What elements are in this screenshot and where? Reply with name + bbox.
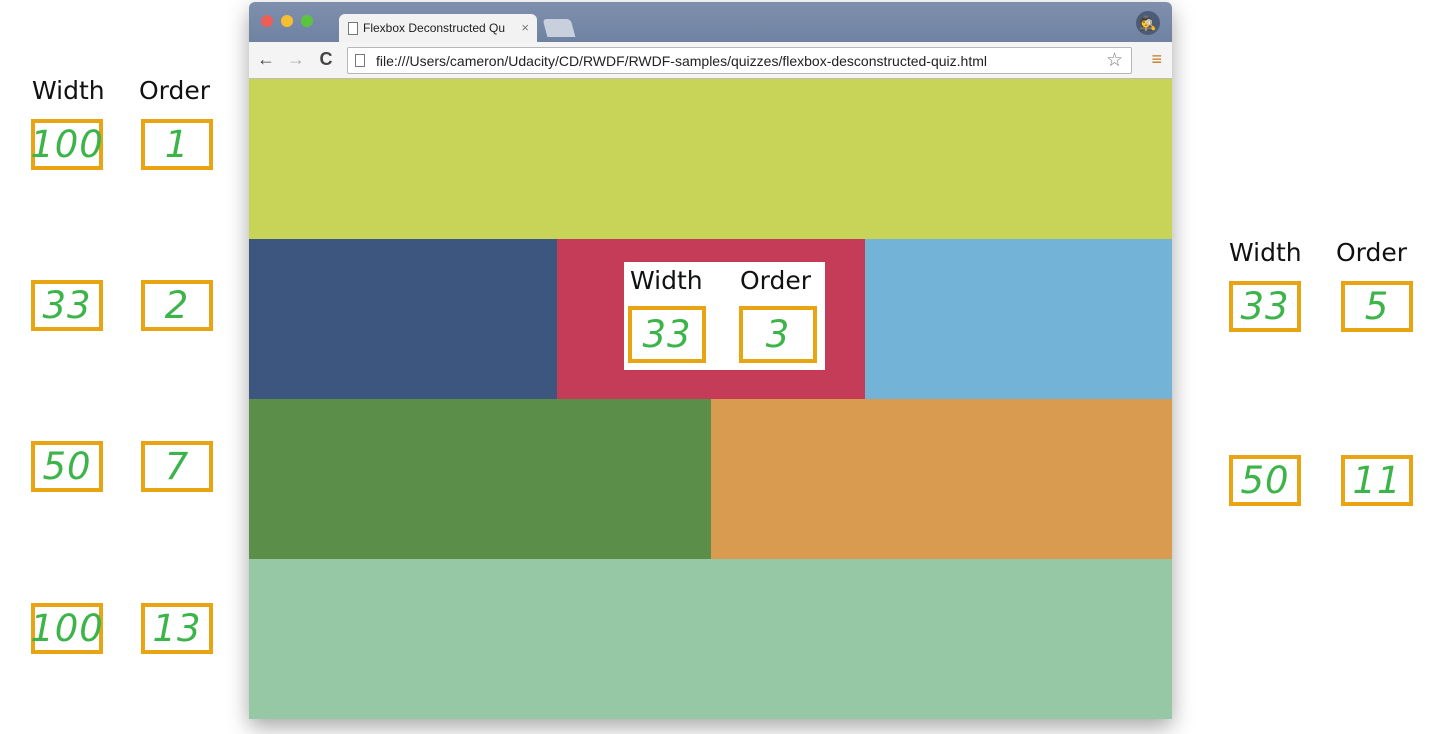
order-value-right-1: 5 xyxy=(1341,281,1413,332)
width-value-row-4: 100 xyxy=(30,603,103,654)
flex-box-green xyxy=(249,399,711,559)
order-value-row-2: 2 xyxy=(141,280,213,331)
bookmark-star-icon[interactable]: ☆ xyxy=(1106,49,1123,72)
browser-window: Flexbox Deconstructed Qu × 🕵 ← → C file:… xyxy=(249,2,1172,719)
width-value-row-3: 50 xyxy=(31,441,103,492)
width-value-right-2: 50 xyxy=(1229,455,1301,506)
center-width-header: Width xyxy=(630,266,703,295)
url-text[interactable]: file:///Users/cameron/Udacity/CD/RWDF/RW… xyxy=(376,53,987,69)
close-window-button[interactable] xyxy=(261,15,273,27)
flex-box-blue xyxy=(865,239,1172,399)
center-width-value: 33 xyxy=(628,306,706,363)
browser-tab[interactable]: Flexbox Deconstructed Qu × xyxy=(339,14,537,42)
close-tab-icon[interactable]: × xyxy=(521,20,529,35)
order-value-right-2: 11 xyxy=(1341,455,1413,506)
browser-toolbar: ← → C file:///Users/cameron/Udacity/CD/R… xyxy=(249,42,1172,79)
left-order-header: Order xyxy=(139,76,211,105)
address-bar[interactable]: file:///Users/cameron/Udacity/CD/RWDF/RW… xyxy=(347,47,1132,74)
order-value-row-4: 13 xyxy=(141,603,213,654)
order-value-row-1: 1 xyxy=(141,119,213,170)
flex-box-navy xyxy=(249,239,557,399)
center-order-value: 3 xyxy=(739,306,817,363)
flex-box-orange xyxy=(711,399,1172,559)
reload-icon[interactable]: C xyxy=(316,49,336,70)
order-value-row-3: 7 xyxy=(141,441,213,492)
title-bar: Flexbox Deconstructed Qu × 🕵 xyxy=(249,2,1172,42)
hamburger-menu-icon[interactable]: ≡ xyxy=(1151,49,1162,70)
new-tab-button[interactable] xyxy=(542,19,576,37)
incognito-icon: 🕵 xyxy=(1136,11,1160,35)
width-value-row-1: 100 xyxy=(30,119,103,170)
back-arrow-icon[interactable]: ← xyxy=(256,49,276,70)
page-document-icon xyxy=(355,54,365,67)
center-order-header: Order xyxy=(740,266,812,295)
page-content: Width Order 33 3 xyxy=(249,79,1172,719)
left-width-header: Width xyxy=(32,76,105,105)
center-quiz-box: Width Order 33 3 xyxy=(624,262,825,370)
maximize-window-button[interactable] xyxy=(301,15,313,27)
document-icon xyxy=(348,22,358,35)
minimize-window-button[interactable] xyxy=(281,15,293,27)
right-width-header: Width xyxy=(1229,238,1302,267)
width-value-right-1: 33 xyxy=(1229,281,1301,332)
forward-arrow-icon[interactable]: → xyxy=(286,49,306,70)
tab-title: Flexbox Deconstructed Qu xyxy=(363,21,505,35)
right-order-header: Order xyxy=(1336,238,1408,267)
flex-box-yellow xyxy=(249,79,1172,239)
width-value-row-2: 33 xyxy=(31,280,103,331)
flex-box-mint xyxy=(249,559,1172,719)
